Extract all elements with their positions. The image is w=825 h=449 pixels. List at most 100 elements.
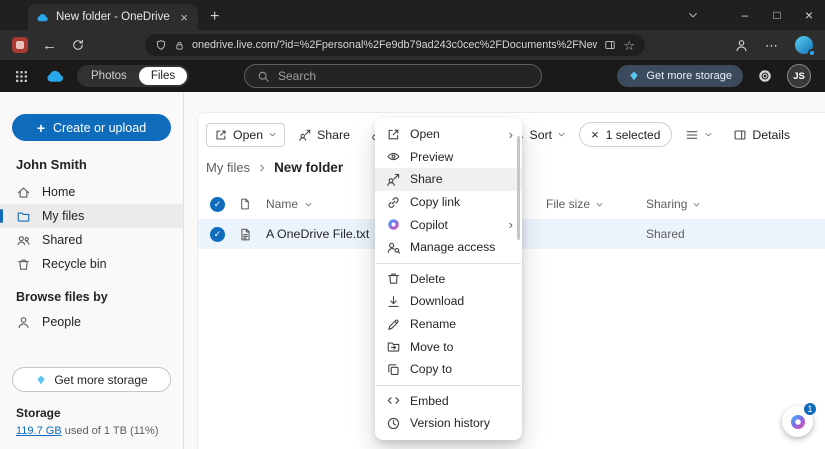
account-avatar[interactable]: JS — [787, 64, 811, 88]
toggle-files[interactable]: Files — [139, 67, 187, 85]
menu-item-delete[interactable]: Delete — [375, 268, 522, 291]
menu-item-copy-to[interactable]: Copy to — [375, 358, 522, 381]
browser-window: New folder - OneDrive × + – □ × ← onedri… — [0, 0, 825, 449]
chevron-down-icon — [557, 130, 566, 139]
search-icon — [257, 70, 270, 83]
browser-addressbar: ← onedrive.live.com/?id=%2Fpersonal%2Fe9… — [0, 30, 825, 60]
browser-tab[interactable]: New folder - OneDrive × — [28, 4, 198, 30]
minimize-button[interactable]: – — [729, 0, 761, 30]
sidebar-get-more-storage-button[interactable]: Get more storage — [12, 367, 171, 392]
details-pane-icon — [733, 128, 747, 142]
breadcrumb-current-folder: New folder — [274, 160, 343, 175]
sidebar-item-people[interactable]: People — [0, 310, 183, 334]
maximize-button[interactable]: □ — [761, 0, 793, 30]
tab-list-chevron-icon[interactable] — [677, 0, 709, 30]
tab-close-icon[interactable]: × — [178, 10, 190, 25]
menu-separator — [376, 385, 521, 386]
diamond-icon — [35, 374, 47, 386]
menu-item-embed[interactable]: Embed — [375, 390, 522, 413]
sidebar-user-name: John Smith — [16, 157, 167, 172]
menu-item-preview[interactable]: Preview — [375, 146, 522, 169]
menu-item-copy-link[interactable]: Copy link — [375, 191, 522, 214]
more-menu-icon[interactable]: ⋯ — [765, 39, 779, 52]
column-header-sharing[interactable]: Sharing — [646, 197, 815, 211]
diamond-icon — [628, 70, 640, 82]
open-icon — [214, 128, 228, 142]
menu-item-share[interactable]: Share — [375, 168, 522, 191]
sidebar-storage-section: Get more storage Storage 119.7 GB used o… — [0, 367, 183, 437]
menu-scrollbar[interactable] — [517, 136, 520, 240]
sidebar-item-recycle-bin[interactable]: Recycle bin — [0, 252, 183, 276]
view-options-button[interactable] — [678, 124, 720, 146]
link-icon — [386, 195, 401, 210]
edge-account-avatar[interactable] — [795, 36, 813, 54]
breadcrumb-my-files[interactable]: My files — [206, 160, 250, 175]
header-checkbox-cell: ✓ — [208, 197, 238, 212]
folder-icon — [16, 209, 31, 224]
menu-item-download[interactable]: Download — [375, 290, 522, 313]
address-bar[interactable]: onedrive.live.com/?id=%2Fpersonal%2Fe9db… — [145, 34, 645, 56]
row-type-cell — [238, 227, 266, 242]
menu-item-move-to[interactable]: Move to — [375, 335, 522, 358]
lock-icon — [174, 40, 185, 51]
row-sharing-cell: Shared — [646, 227, 815, 241]
open-button[interactable]: Open — [206, 123, 285, 147]
details-button[interactable]: Details — [726, 124, 797, 146]
home-icon — [16, 185, 31, 200]
addressbar-actions: ⋯ — [734, 36, 813, 54]
sidebar-item-home[interactable]: Home — [0, 180, 183, 204]
search-box[interactable] — [244, 64, 542, 88]
select-all-checkbox[interactable]: ✓ — [210, 197, 225, 212]
app-launcher-icon[interactable] — [14, 69, 29, 84]
notification-dot — [808, 49, 816, 57]
menu-item-copilot[interactable]: Copilot › — [375, 213, 522, 236]
get-more-storage-button[interactable]: Get more storage — [617, 65, 743, 87]
sidebar-item-shared[interactable]: Shared — [0, 228, 183, 252]
submenu-chevron-icon: › — [509, 128, 513, 141]
file-name: A OneDrive File.txt — [266, 227, 369, 241]
clear-selection-icon[interactable]: × — [591, 128, 599, 141]
list-view-icon — [685, 128, 699, 142]
sidebar-item-my-files[interactable]: My files — [0, 204, 183, 228]
share-icon — [298, 128, 312, 142]
open-icon — [386, 127, 401, 142]
create-or-upload-button[interactable]: + Create or upload — [12, 114, 171, 141]
menu-item-rename[interactable]: Rename — [375, 313, 522, 336]
shield-icon — [155, 39, 167, 51]
sharing-status: Shared — [646, 227, 685, 241]
close-button[interactable]: × — [793, 0, 825, 30]
onedrive-logo[interactable] — [45, 66, 65, 86]
trash-icon — [386, 271, 401, 286]
copilot-fab[interactable]: 1 — [782, 406, 813, 437]
tab-title: New folder - OneDrive — [56, 11, 171, 23]
share-button[interactable]: Share — [291, 124, 357, 146]
row-checkbox[interactable]: ✓ — [210, 227, 225, 242]
plus-icon: + — [37, 120, 45, 136]
sidebar: + Create or upload John Smith Home My fi… — [0, 92, 184, 449]
storage-usage: 119.7 GB used of 1 TB (11%) — [16, 425, 167, 437]
back-icon[interactable]: ← — [42, 38, 57, 53]
selection-count-pill[interactable]: × 1 selected — [579, 122, 672, 147]
workspaces-icon[interactable] — [12, 37, 28, 53]
storage-used-link[interactable]: 119.7 GB — [16, 425, 62, 437]
menu-item-version-history[interactable]: Version history — [375, 412, 522, 435]
browser-profile-icon[interactable] — [734, 38, 749, 53]
person-icon — [16, 315, 31, 330]
browser-titlebar: New folder - OneDrive × + – □ × — [0, 0, 825, 30]
new-tab-button[interactable]: + — [210, 8, 219, 26]
url-text: onedrive.live.com/?id=%2Fpersonal%2Fe9db… — [192, 39, 597, 51]
column-header-file-size[interactable]: File size — [546, 197, 646, 211]
favorite-star-icon[interactable]: ☆ — [623, 39, 635, 52]
chevron-right-icon — [257, 163, 267, 173]
menu-item-open[interactable]: Open › — [375, 123, 522, 146]
settings-gear-icon[interactable] — [757, 68, 773, 84]
copilot-notification-badge: 1 — [803, 402, 817, 416]
refresh-icon[interactable] — [71, 38, 85, 52]
split-screen-icon[interactable] — [604, 39, 616, 51]
menu-item-manage-access[interactable]: Manage access — [375, 236, 522, 259]
toggle-photos[interactable]: Photos — [79, 67, 139, 85]
search-input[interactable] — [278, 69, 529, 83]
copilot-icon — [788, 412, 808, 432]
preview-eye-icon — [386, 149, 401, 164]
move-to-icon — [386, 339, 401, 354]
